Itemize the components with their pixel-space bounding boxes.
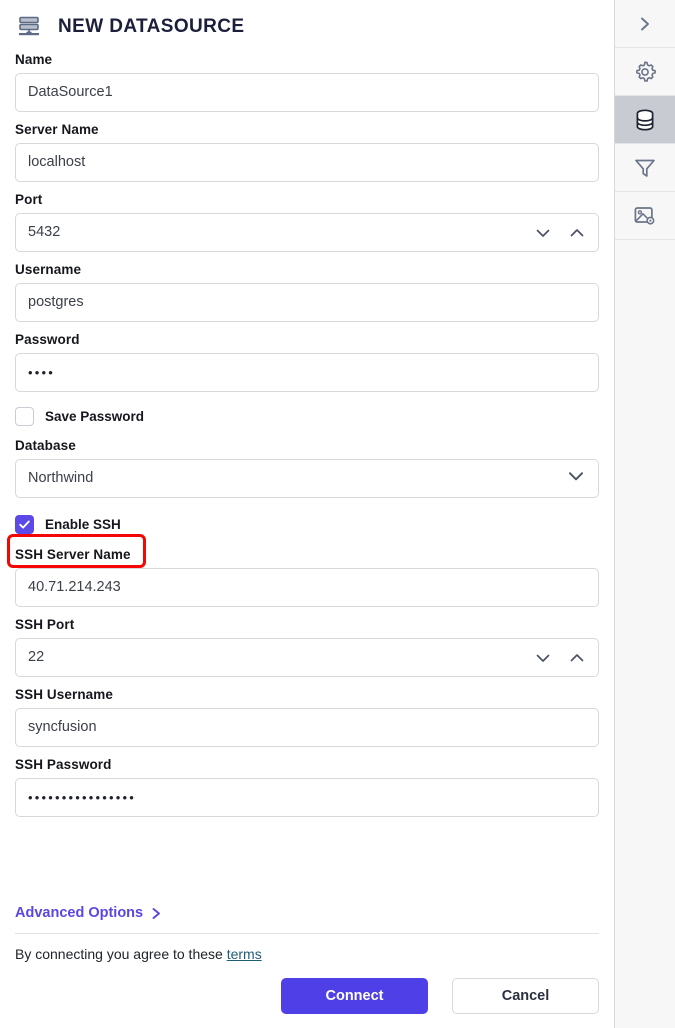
expand-chevron-right-icon (640, 17, 649, 30)
ssh-port-decrement-chevron-down-icon[interactable] (534, 649, 552, 667)
ssh-port-input[interactable]: 22 (15, 638, 599, 677)
database-chevron-down-icon[interactable] (558, 466, 586, 491)
page-title: NEW DATASOURCE (58, 16, 245, 37)
terms-link[interactable]: terms (227, 946, 262, 962)
save-password-checkbox[interactable] (15, 406, 34, 426)
server-name-input[interactable]: localhost (15, 143, 599, 182)
field-port: Port 5432 (15, 192, 599, 252)
filter-funnel-icon (635, 159, 655, 177)
ssh-password-label: SSH Password (15, 757, 112, 772)
ssh-username-input[interactable]: syncfusion (15, 708, 599, 747)
field-ssh-server-name: SSH Server Name 40.71.214.243 (15, 547, 599, 607)
port-decrement-chevron-down-icon[interactable] (534, 224, 552, 242)
field-name: Name DataSource1 (15, 52, 599, 112)
database-label: Database (15, 438, 76, 453)
name-input[interactable]: DataSource1 (15, 73, 599, 112)
save-password-label: Save Password (45, 408, 145, 424)
terms-line: By connecting you agree to these terms (15, 946, 599, 962)
server-name-label: Server Name (15, 122, 99, 137)
field-password: Password •••• (15, 332, 599, 392)
ssh-port-label: SSH Port (15, 617, 75, 632)
password-label: Password (15, 332, 80, 347)
name-label: Name (15, 52, 53, 67)
ssh-server-name-label: SSH Server Name (15, 547, 131, 562)
image-settings-icon (634, 206, 655, 225)
ssh-server-name-input-value: 40.71.214.243 (28, 580, 121, 595)
rail-datasource-button[interactable] (615, 96, 675, 144)
password-input[interactable]: •••• (15, 353, 599, 392)
connect-button[interactable]: Connect (281, 978, 428, 1014)
chevron-right-icon (152, 907, 161, 919)
rail-empty-area (615, 240, 675, 1028)
ssh-password-input[interactable]: •••••••••••••••• (15, 778, 599, 817)
field-server-name: Server Name localhost (15, 122, 599, 182)
ssh-port-spinner (534, 649, 586, 667)
port-input[interactable]: 5432 (15, 213, 599, 252)
username-input-value: postgres (28, 295, 84, 310)
username-label: Username (15, 262, 82, 277)
advanced-options-link[interactable]: Advanced Options (15, 895, 162, 933)
footer-divider (15, 933, 599, 934)
field-ssh-username: SSH Username syncfusion (15, 687, 599, 747)
ssh-username-label: SSH Username (15, 687, 113, 702)
password-input-value: •••• (28, 366, 56, 379)
terms-prefix-text: By connecting you agree to these (15, 946, 227, 962)
port-input-value: 5432 (28, 225, 61, 240)
database-selected-value: Northwind (28, 471, 94, 486)
field-username: Username postgres (15, 262, 599, 322)
ssh-password-input-value: •••••••••••••••• (28, 791, 137, 804)
new-datasource-dialog: NEW DATASOURCE Name DataSource1 Server N… (0, 0, 675, 1028)
advanced-options-label: Advanced Options (15, 905, 144, 921)
rail-expand-button[interactable] (615, 0, 675, 48)
field-ssh-port: SSH Port 22 (15, 617, 599, 677)
port-spinner (534, 224, 586, 242)
panel-header: NEW DATASOURCE (0, 0, 614, 52)
datasource-form-panel: NEW DATASOURCE Name DataSource1 Server N… (0, 0, 615, 1028)
field-ssh-password: SSH Password •••••••••••••••• (15, 757, 599, 817)
port-increment-chevron-up-icon[interactable] (568, 224, 586, 242)
save-password-checkbox-row[interactable]: Save Password (15, 403, 599, 429)
dialog-footer: Advanced Options By connecting you agree… (0, 895, 614, 1028)
ssh-port-input-value: 22 (28, 650, 45, 665)
gear-icon (636, 60, 656, 82)
port-label: Port (15, 192, 43, 207)
server-name-input-value: localhost (28, 155, 86, 170)
ssh-server-name-input[interactable]: 40.71.214.243 (15, 568, 599, 607)
enable-ssh-label: Enable SSH (45, 516, 121, 532)
footer-button-row: Connect Cancel (15, 978, 599, 1014)
rail-settings-button[interactable] (615, 48, 675, 96)
rail-filter-button[interactable] (615, 144, 675, 192)
form-fields: Name DataSource1 Server Name localhost P… (0, 52, 614, 895)
database-dropdown[interactable]: Northwind (15, 459, 599, 498)
ssh-port-increment-chevron-up-icon[interactable] (568, 649, 586, 667)
username-input[interactable]: postgres (15, 283, 599, 322)
database-icon (636, 108, 654, 131)
field-database: Database Northwind (15, 438, 599, 498)
enable-ssh-checkbox-row[interactable]: Enable SSH (15, 511, 599, 537)
cancel-button[interactable]: Cancel (452, 978, 599, 1014)
name-input-value: DataSource1 (28, 85, 113, 100)
enable-ssh-checkbox[interactable] (15, 514, 34, 534)
ssh-username-input-value: syncfusion (28, 720, 97, 735)
rail-image-settings-button[interactable] (615, 192, 675, 240)
database-stack-icon (14, 12, 44, 42)
right-toolbar-rail (615, 0, 675, 1028)
